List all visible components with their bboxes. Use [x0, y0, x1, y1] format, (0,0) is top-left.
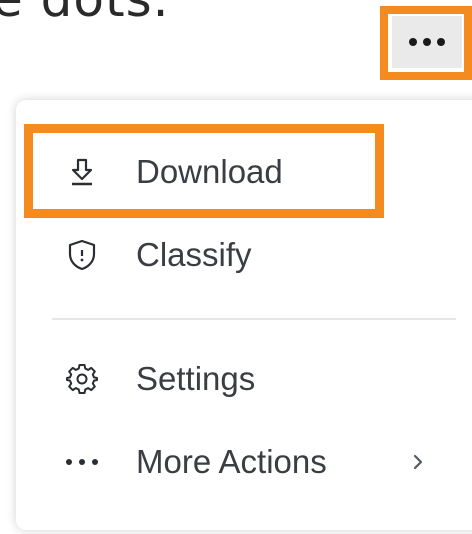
shield-icon	[62, 235, 102, 275]
menu-item-classify[interactable]: Classify	[16, 220, 456, 290]
menu-item-more-actions[interactable]: More Actions	[16, 427, 456, 497]
menu-item-settings[interactable]: Settings	[16, 344, 456, 414]
download-highlight-box	[24, 124, 384, 218]
menu-item-label: More Actions	[136, 443, 327, 480]
menu-item-label: Classify	[136, 236, 252, 273]
menu-item-label: Settings	[136, 360, 256, 397]
menu-divider	[52, 318, 456, 320]
more-horizontal-icon	[409, 38, 445, 46]
more-horizontal-icon	[62, 442, 102, 482]
caption-text: e dots.	[0, 0, 170, 24]
gear-icon	[62, 359, 102, 399]
page: e dots. Download Clas	[0, 0, 472, 534]
more-options-button[interactable]	[392, 16, 462, 68]
chevron-right-icon	[408, 452, 428, 472]
